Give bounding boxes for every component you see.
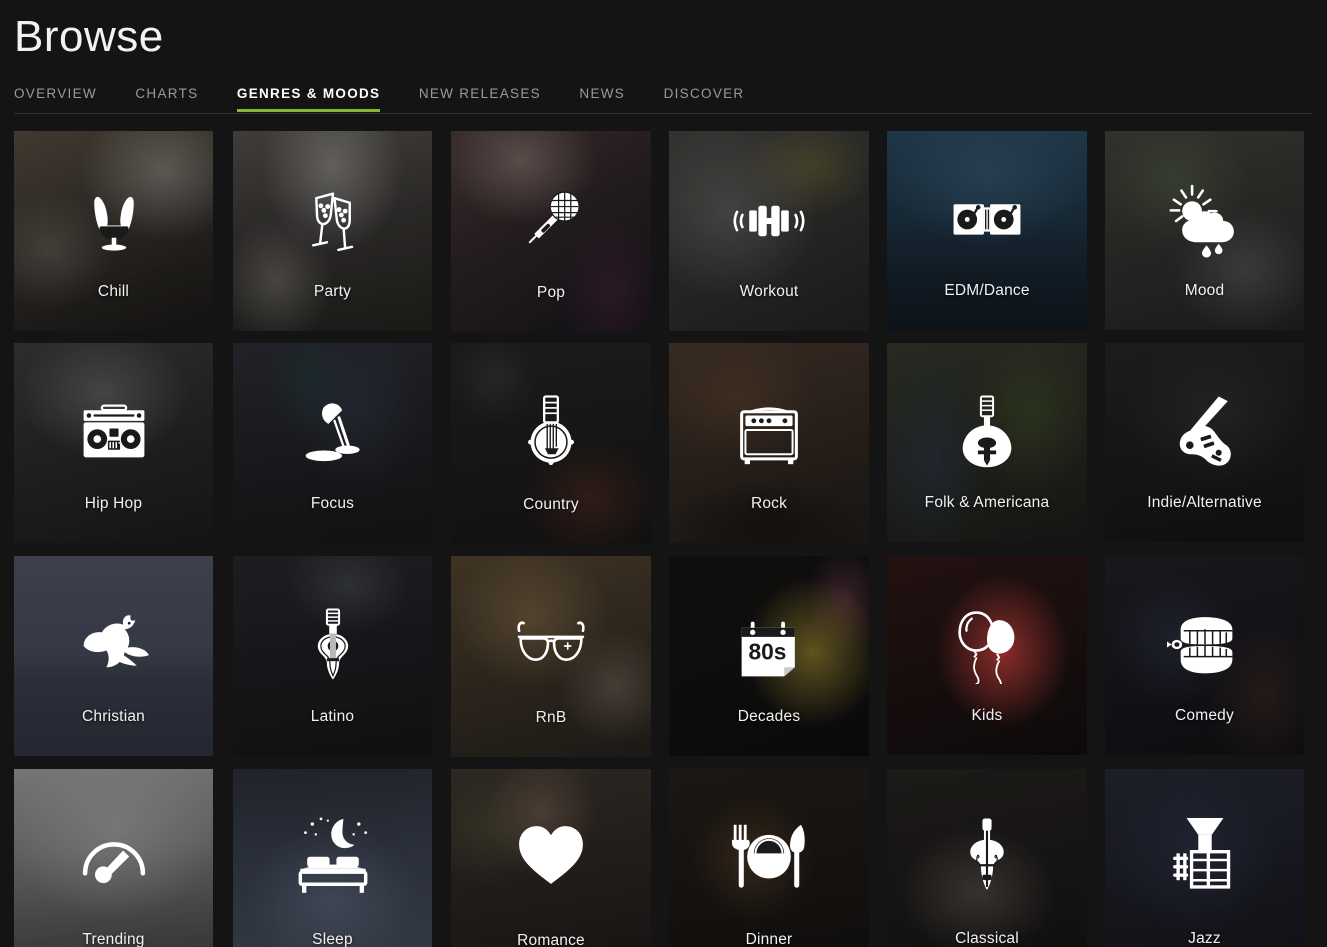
violin-icon xyxy=(949,817,1025,893)
plate-cutlery-icon xyxy=(727,813,811,897)
tab-genres-moods[interactable]: GENRES & MOODS xyxy=(236,86,381,112)
heart-icon xyxy=(513,817,589,893)
desk-lamp-icon xyxy=(295,395,371,471)
genre-card-hip-hop[interactable]: Hip Hop xyxy=(14,343,213,543)
tab-new-releases[interactable]: NEW RELEASES xyxy=(419,86,541,112)
dove-icon xyxy=(76,608,152,684)
genre-card-kids[interactable]: Kids xyxy=(887,556,1087,755)
tab-bar: OVERVIEW CHARTS GENRES & MOODS NEW RELEA… xyxy=(14,86,1313,120)
mandolin-icon xyxy=(949,395,1025,471)
genre-card-folk-americana[interactable]: Folk & Americana xyxy=(887,343,1087,542)
champagne-glasses-icon xyxy=(295,183,371,259)
banjo-icon xyxy=(513,395,589,471)
speedometer-icon xyxy=(76,817,152,893)
genre-card-jazz[interactable]: Jazz xyxy=(1105,769,1304,947)
genre-card-classical[interactable]: Classical xyxy=(887,769,1087,947)
genre-card-chill[interactable]: Chill xyxy=(14,131,213,331)
armchair-icon xyxy=(76,183,152,259)
sunglasses-icon xyxy=(513,608,589,684)
electric-guitar-icon xyxy=(1167,395,1243,471)
genre-card-latino[interactable]: Latino xyxy=(233,556,432,756)
page-title: Browse xyxy=(14,12,164,61)
genre-card-dinner[interactable]: Dinner xyxy=(669,769,869,947)
microphone-icon xyxy=(513,183,589,259)
genre-card-romance[interactable]: Romance xyxy=(451,769,651,947)
genre-card-workout[interactable]: Workout xyxy=(669,131,869,331)
genre-card-trending[interactable]: Trending xyxy=(14,769,213,947)
chattering-teeth-icon xyxy=(1166,608,1243,684)
genre-card-party[interactable]: Party xyxy=(233,131,432,331)
decades-badge-text: 80s xyxy=(748,639,786,665)
genre-card-decades[interactable]: 80s Decades xyxy=(669,556,869,756)
calendar-80s-icon: 80s xyxy=(731,608,807,684)
genre-card-indie-alternative[interactable]: Indie/Alternative xyxy=(1105,343,1304,542)
turntables-icon xyxy=(949,183,1025,259)
genre-card-comedy[interactable]: Comedy xyxy=(1105,556,1304,755)
tab-discover[interactable]: DISCOVER xyxy=(664,86,745,112)
genre-card-rnb[interactable]: RnB xyxy=(451,556,651,757)
genre-card-edm-dance[interactable]: EDM/Dance xyxy=(887,131,1087,330)
acoustic-guitar-icon xyxy=(295,608,371,684)
balloons-icon xyxy=(949,608,1025,684)
genre-card-pop[interactable]: Pop xyxy=(451,131,651,332)
guitar-amp-icon xyxy=(731,395,807,471)
genre-card-christian[interactable]: Christian xyxy=(14,556,213,756)
tab-bar-divider xyxy=(14,113,1313,114)
browse-page: Browse OVERVIEW CHARTS GENRES & MOODS NE… xyxy=(0,0,1327,947)
genre-card-sleep[interactable]: Sleep xyxy=(233,769,432,947)
sun-cloud-rain-icon xyxy=(1167,183,1243,259)
genre-card-rock[interactable]: Rock xyxy=(669,343,869,543)
genre-card-grid: Chill Party Pop Workout EDM/Dance Mood H… xyxy=(14,131,1313,947)
tab-overview[interactable]: OVERVIEW xyxy=(14,86,97,112)
dumbbell-icon xyxy=(731,183,807,259)
boombox-icon xyxy=(76,395,152,471)
bed-moon-icon xyxy=(290,812,376,898)
genre-card-country[interactable]: Country xyxy=(451,343,651,544)
genre-card-focus[interactable]: Focus xyxy=(233,343,432,543)
tab-news[interactable]: NEWS xyxy=(579,86,625,112)
tab-charts[interactable]: CHARTS xyxy=(135,86,198,112)
trumpet-icon xyxy=(1163,813,1247,897)
genre-card-mood[interactable]: Mood xyxy=(1105,131,1304,330)
